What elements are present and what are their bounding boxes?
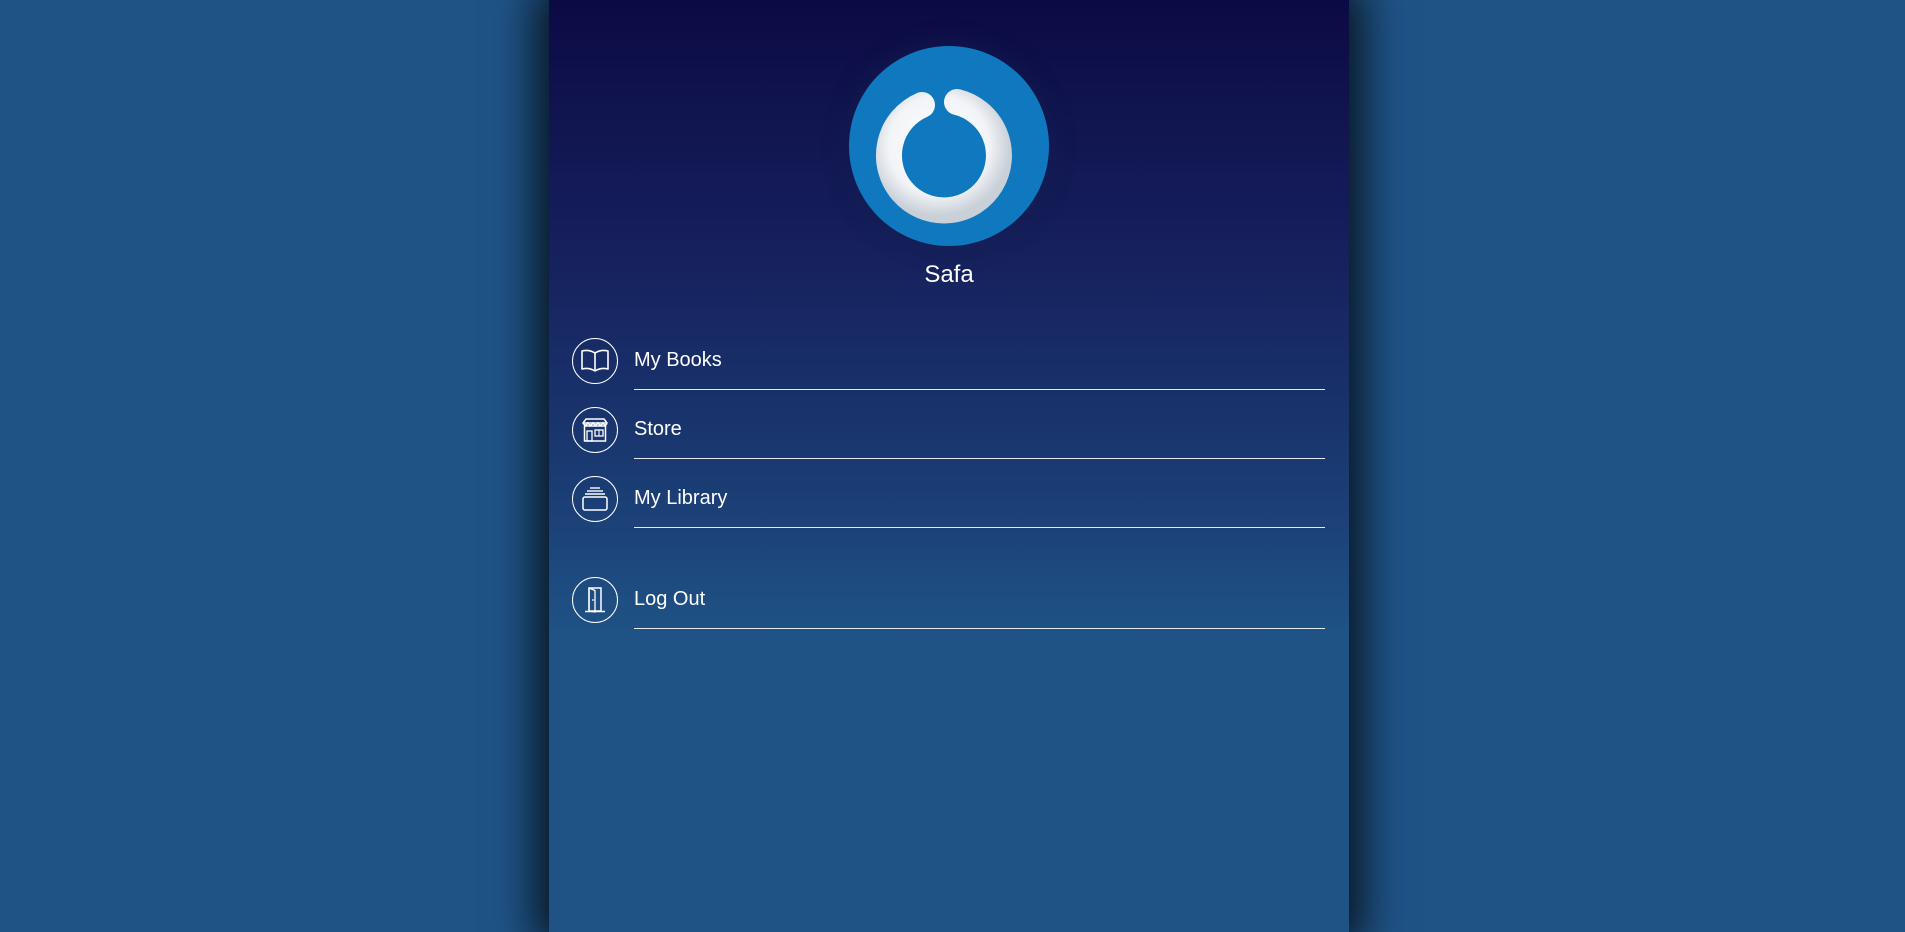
menu-label-my-library: My Library bbox=[634, 487, 728, 509]
menu-label-log-out: Log Out bbox=[634, 588, 706, 610]
menu-item-my-library[interactable]: My Library bbox=[572, 476, 1325, 538]
menu-label-store: Store bbox=[634, 418, 682, 440]
open-book-icon bbox=[572, 338, 618, 384]
door-icon bbox=[572, 577, 618, 623]
side-menu-panel: Safa My Books Store My Library Log Out bbox=[549, 0, 1349, 932]
library-stack-icon bbox=[572, 476, 618, 522]
divider bbox=[634, 389, 1325, 390]
menu-label-my-books: My Books bbox=[634, 349, 722, 371]
storefront-icon bbox=[572, 407, 618, 453]
divider bbox=[634, 458, 1325, 459]
menu-item-store[interactable]: Store bbox=[572, 407, 1325, 469]
menu-item-my-books[interactable]: My Books bbox=[572, 338, 1325, 400]
user-name: Safa bbox=[924, 261, 974, 288]
power-logo-icon bbox=[876, 77, 1012, 224]
avatar[interactable] bbox=[849, 46, 1049, 246]
divider bbox=[634, 628, 1325, 629]
divider bbox=[634, 527, 1325, 528]
menu-item-log-out[interactable]: Log Out bbox=[572, 577, 1325, 639]
